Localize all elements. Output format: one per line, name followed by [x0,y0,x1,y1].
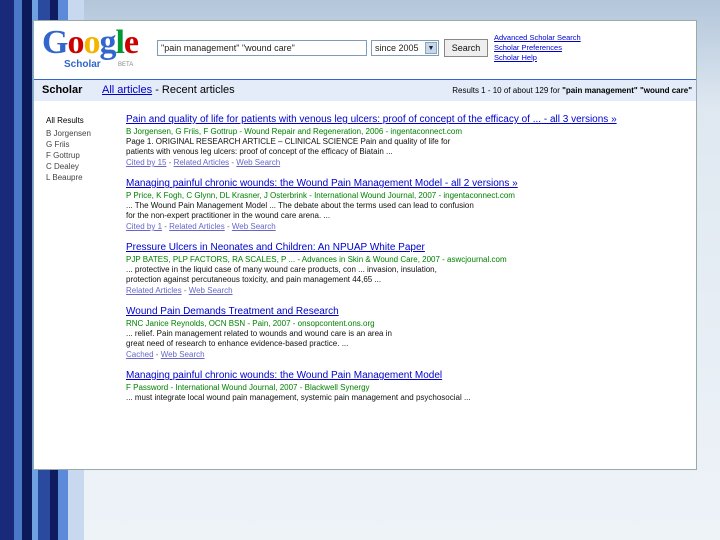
results-stats: Results 1 - 10 of about 129 for "pain ma… [452,86,692,95]
logo-letter: o [67,24,84,61]
stats-terms: "pain management" "wound care" [562,86,692,95]
logo-beta: BETA [118,62,134,68]
stats-prefix: Results 1 - 10 of about 129 for [452,86,560,95]
logo-wordmark: Google [42,24,139,61]
result-snippet: protection against percutaneous toxicity… [126,275,382,284]
result-meta: PJP BATES, PLP FACTORS, RA SCALES, P ...… [126,255,507,264]
result-snippet: ... must integrate local wound pain mana… [126,393,471,402]
result-links: Cited by 1 - Related Articles - Web Sear… [126,222,276,231]
chevron-down-icon[interactable]: ▼ [425,42,437,54]
result-link[interactable]: Related Articles [169,222,225,231]
recent-articles-label: - Recent articles [155,84,235,96]
top-links: Advanced Scholar Search Scholar Preferen… [494,33,581,63]
header: Google Scholar BETA since 2005 ▼ Search … [34,21,696,77]
result-link[interactable]: Web Search [189,286,233,295]
since-value: since 2005 [375,43,419,53]
result-snippet: ... relief. Pain management related to w… [126,329,392,338]
result-title-link[interactable]: Managing painful chronic wounds: the Wou… [126,177,694,190]
result-snippet: ... protective in the liquid case of man… [126,265,437,274]
result-item: Wound Pain Demands Treatment and Researc… [126,305,694,360]
since-select[interactable]: since 2005 ▼ [371,40,439,56]
scholar-screenshot: Google Scholar BETA since 2005 ▼ Search … [33,20,697,470]
sidebar-author[interactable]: F Gottrup [46,150,91,161]
advanced-search-link[interactable]: Advanced Scholar Search [494,33,581,43]
result-meta: RNC Janice Reynolds, OCN BSN - Pain, 200… [126,319,375,328]
bar-scholar-label: Scholar [42,84,83,96]
result-title-link[interactable]: Wound Pain Demands Treatment and Researc… [126,305,694,318]
logo-sub: Scholar [64,59,101,70]
versions-link[interactable]: - all 2 versions » [442,178,518,189]
logo-letter: o [83,24,100,61]
sidebar-author[interactable]: B Jorgensen [46,128,91,139]
result-snippet: patients with venous leg ulcers: proof o… [126,147,393,156]
sidebar: All Results B Jorgensen G Friis F Gottru… [46,115,91,183]
logo-letter: l [115,24,125,61]
result-snippet: ... The Wound Pain Management Model ... … [126,201,474,210]
result-snippet: Page 1. ORIGINAL RESEARCH ARTICLE – CLIN… [126,137,451,146]
result-item: Pressure Ulcers in Neonates and Children… [126,241,694,296]
result-link[interactable]: Cached [126,350,154,359]
result-links: Cited by 15 - Related Articles - Web Sea… [126,158,281,167]
search-input[interactable] [157,40,367,56]
logo-letter: G [42,24,68,61]
result-item: Pain and quality of life for patients wi… [126,113,694,168]
result-link[interactable]: Related Articles [126,286,182,295]
versions-link[interactable]: - all 3 versions » [541,114,617,125]
result-meta: P Price, K Fogh, C Glynn, DL Krasner, J … [126,191,515,200]
sidebar-head[interactable]: All Results [46,115,91,126]
result-item: Managing painful chronic wounds: the Wou… [126,369,694,403]
result-meta: F Password - International Wound Journal… [126,383,370,392]
result-link[interactable]: Web Search [236,158,280,167]
breadcrumb: All articles - Recent articles [102,84,235,96]
results-list: Pain and quality of life for patients wi… [126,113,694,412]
google-scholar-logo[interactable]: Google Scholar BETA [42,25,154,71]
result-links: Related Articles - Web Search [126,286,233,295]
result-links: Cached - Web Search [126,350,205,359]
preferences-link[interactable]: Scholar Preferences [494,43,581,53]
result-link[interactable]: Web Search [232,222,276,231]
result-title-link[interactable]: Managing painful chronic wounds: the Wou… [126,369,694,382]
result-link[interactable]: Cited by 15 [126,158,166,167]
result-meta: B Jorgensen, G Friis, F Gottrup - Wound … [126,127,463,136]
sidebar-author[interactable]: G Friis [46,139,91,150]
results-bar: Scholar All articles - Recent articles R… [34,79,696,101]
sidebar-author[interactable]: L Beaupre [46,172,91,183]
result-title-link[interactable]: Pressure Ulcers in Neonates and Children… [126,241,694,254]
result-link[interactable]: Related Articles [174,158,230,167]
logo-letter: g [99,24,116,61]
result-item: Managing painful chronic wounds: the Wou… [126,177,694,232]
all-articles-link[interactable]: All articles [102,84,152,96]
search-button[interactable]: Search [444,39,488,57]
result-title-link[interactable]: Pain and quality of life for patients wi… [126,113,694,126]
sidebar-author[interactable]: C Dealey [46,161,91,172]
result-snippet: great need of research to enhance eviden… [126,339,349,348]
logo-letter: e [123,24,139,61]
result-snippet: for the non-expert practitioner in the w… [126,211,331,220]
result-link[interactable]: Web Search [161,350,205,359]
help-link[interactable]: Scholar Help [494,53,581,63]
result-link[interactable]: Cited by 1 [126,222,162,231]
